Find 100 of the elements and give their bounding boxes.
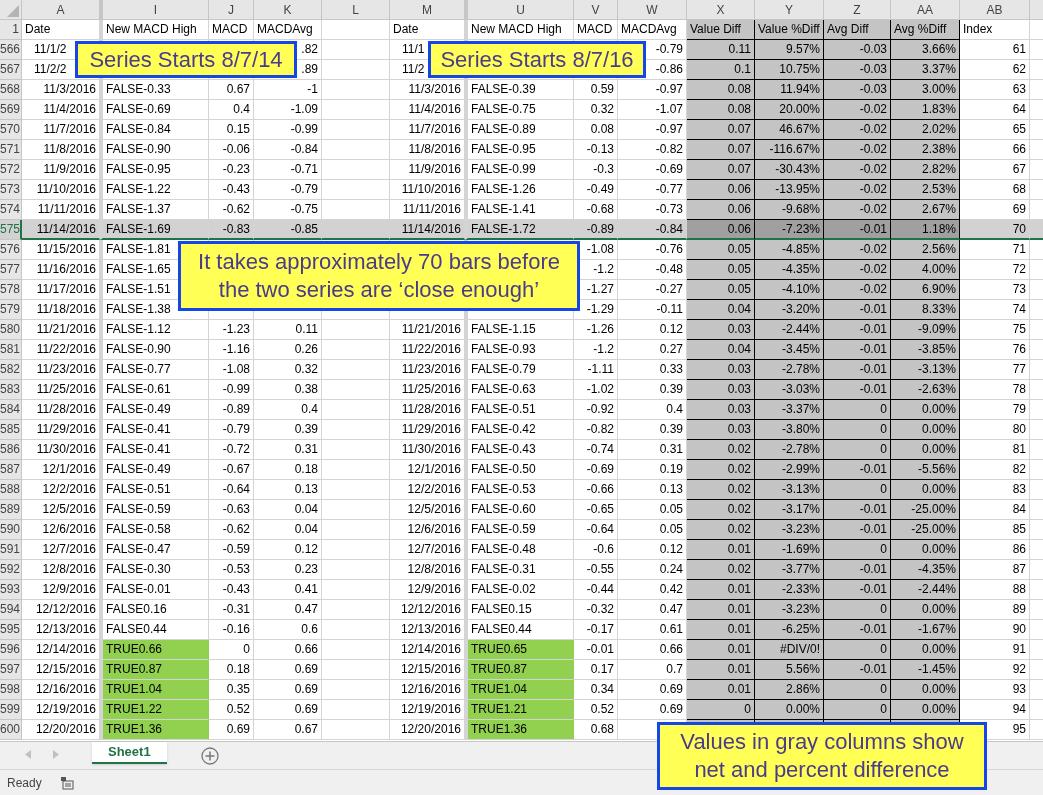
table-cell[interactable]: 0.01: [687, 640, 755, 660]
table-cell[interactable]: 2.38%: [891, 140, 960, 160]
table-cell[interactable]: 0.03: [687, 380, 755, 400]
table-cell[interactable]: TRUE0.65: [465, 640, 574, 660]
table-cell[interactable]: -30.43%: [755, 160, 824, 180]
table-cell[interactable]: 0.04: [687, 300, 755, 320]
table-cell[interactable]: 2.86%: [755, 680, 824, 700]
table-cell[interactable]: FALSE-0.53: [465, 480, 574, 500]
table-cell[interactable]: 12/13/2016: [22, 620, 100, 640]
table-cell[interactable]: 0.69: [618, 700, 687, 720]
table-cell[interactable]: 12/14/2016: [22, 640, 100, 660]
table-cell[interactable]: -3.23%: [755, 600, 824, 620]
table-cell[interactable]: -0.01: [824, 360, 891, 380]
table-cell[interactable]: FALSE-0.89: [465, 120, 574, 140]
macro-record-icon[interactable]: [59, 775, 74, 790]
table-cell[interactable]: 0.06: [687, 220, 755, 240]
table-cell[interactable]: -0.69: [618, 160, 687, 180]
table-cell[interactable]: -0.43: [209, 580, 254, 600]
table-cell[interactable]: 11/4/2016: [390, 100, 465, 120]
table-cell[interactable]: 11/28/2016: [390, 400, 465, 420]
column-title-cell[interactable]: MACD: [209, 20, 254, 40]
table-cell[interactable]: 0.69: [254, 680, 322, 700]
table-cell[interactable]: 0.39: [618, 380, 687, 400]
table-cell[interactable]: 11/23/2016: [22, 360, 100, 380]
table-cell[interactable]: 11/29/2016: [22, 420, 100, 440]
table-cell[interactable]: 11/10/2016: [390, 180, 465, 200]
table-cell[interactable]: -0.79: [254, 180, 322, 200]
add-sheet-icon[interactable]: [200, 747, 219, 765]
table-cell[interactable]: FALSE-0.02: [465, 580, 574, 600]
table-cell[interactable]: 0.31: [254, 440, 322, 460]
row-header[interactable]: 581: [0, 340, 22, 360]
table-cell[interactable]: 83: [960, 480, 1030, 500]
table-cell[interactable]: -1.16: [209, 340, 254, 360]
table-cell[interactable]: 11.94%: [755, 80, 824, 100]
table-cell[interactable]: 0.02: [687, 560, 755, 580]
row-header[interactable]: 592: [0, 560, 22, 580]
scroll-right-icon[interactable]: [53, 750, 59, 759]
column-title-cell[interactable]: Value %Diff: [755, 20, 824, 40]
table-cell[interactable]: FALSE-0.58: [100, 520, 209, 540]
table-cell[interactable]: FALSE0.44: [465, 620, 574, 640]
column-title-cell[interactable]: MACDAvg: [618, 20, 687, 40]
table-cell[interactable]: 77: [960, 360, 1030, 380]
table-cell[interactable]: -2.63%: [891, 380, 960, 400]
table-cell[interactable]: 3.66%: [891, 40, 960, 60]
table-cell[interactable]: -0.01: [824, 500, 891, 520]
table-cell[interactable]: -1.08: [209, 360, 254, 380]
column-header[interactable]: J: [209, 0, 254, 20]
table-cell[interactable]: FALSE-1.15: [465, 320, 574, 340]
table-cell[interactable]: 80: [960, 420, 1030, 440]
column-header[interactable]: X: [687, 0, 755, 20]
table-cell[interactable]: 85: [960, 520, 1030, 540]
table-cell[interactable]: 11/17/2016: [22, 280, 100, 300]
table-cell[interactable]: -2.44%: [891, 580, 960, 600]
table-cell[interactable]: 12/16/2016: [390, 680, 465, 700]
table-cell[interactable]: -0.97: [618, 120, 687, 140]
column-title-cell[interactable]: Date: [390, 20, 465, 40]
table-cell[interactable]: -0.84: [618, 220, 687, 240]
table-cell[interactable]: 0.05: [618, 500, 687, 520]
table-cell[interactable]: FALSE-1.26: [465, 180, 574, 200]
table-cell[interactable]: -0.69: [574, 460, 618, 480]
table-cell[interactable]: 12/12/2016: [22, 600, 100, 620]
table-cell[interactable]: 0.15: [209, 120, 254, 140]
table-cell[interactable]: FALSE-0.30: [100, 560, 209, 580]
table-cell[interactable]: 2.02%: [891, 120, 960, 140]
table-cell[interactable]: FALSE-0.47: [100, 540, 209, 560]
table-cell[interactable]: -0.02: [824, 200, 891, 220]
table-cell[interactable]: 11/16/2016: [22, 260, 100, 280]
table-cell[interactable]: 0.32: [254, 360, 322, 380]
table-cell[interactable]: 11/28/2016: [22, 400, 100, 420]
table-cell[interactable]: 0.68: [574, 720, 618, 740]
table-cell[interactable]: FALSE-0.31: [465, 560, 574, 580]
column-title-cell[interactable]: Avg Diff: [824, 20, 891, 40]
table-cell[interactable]: -0.82: [618, 140, 687, 160]
table-cell[interactable]: -0.59: [209, 540, 254, 560]
table-cell[interactable]: 12/15/2016: [390, 660, 465, 680]
table-cell[interactable]: 11/11/2016: [22, 200, 100, 220]
table-cell[interactable]: 0: [824, 540, 891, 560]
table-cell[interactable]: FALSE-0.84: [100, 120, 209, 140]
table-cell[interactable]: 0.7: [618, 660, 687, 680]
table-cell[interactable]: TRUE0.87: [465, 660, 574, 680]
table-cell[interactable]: 90: [960, 620, 1030, 640]
table-cell[interactable]: -3.13%: [891, 360, 960, 380]
table-cell[interactable]: -0.02: [824, 280, 891, 300]
table-cell[interactable]: 11/25/2016: [390, 380, 465, 400]
table-cell[interactable]: 0.12: [618, 320, 687, 340]
table-cell[interactable]: FALSE-0.41: [100, 440, 209, 460]
table-cell[interactable]: 12/1/2016: [390, 460, 465, 480]
table-cell[interactable]: 0.38: [254, 380, 322, 400]
table-cell[interactable]: 69: [960, 200, 1030, 220]
table-cell[interactable]: 0.05: [687, 240, 755, 260]
table-cell[interactable]: 84: [960, 500, 1030, 520]
table-cell[interactable]: -0.16: [209, 620, 254, 640]
table-cell[interactable]: -1.67%: [891, 620, 960, 640]
row-header[interactable]: 599: [0, 700, 22, 720]
table-cell[interactable]: 2.82%: [891, 160, 960, 180]
table-cell[interactable]: 0.00%: [755, 700, 824, 720]
table-cell[interactable]: 11/25/2016: [22, 380, 100, 400]
table-cell[interactable]: 12/6/2016: [390, 520, 465, 540]
table-cell[interactable]: 11/7/2016: [22, 120, 100, 140]
table-cell[interactable]: -0.75: [254, 200, 322, 220]
